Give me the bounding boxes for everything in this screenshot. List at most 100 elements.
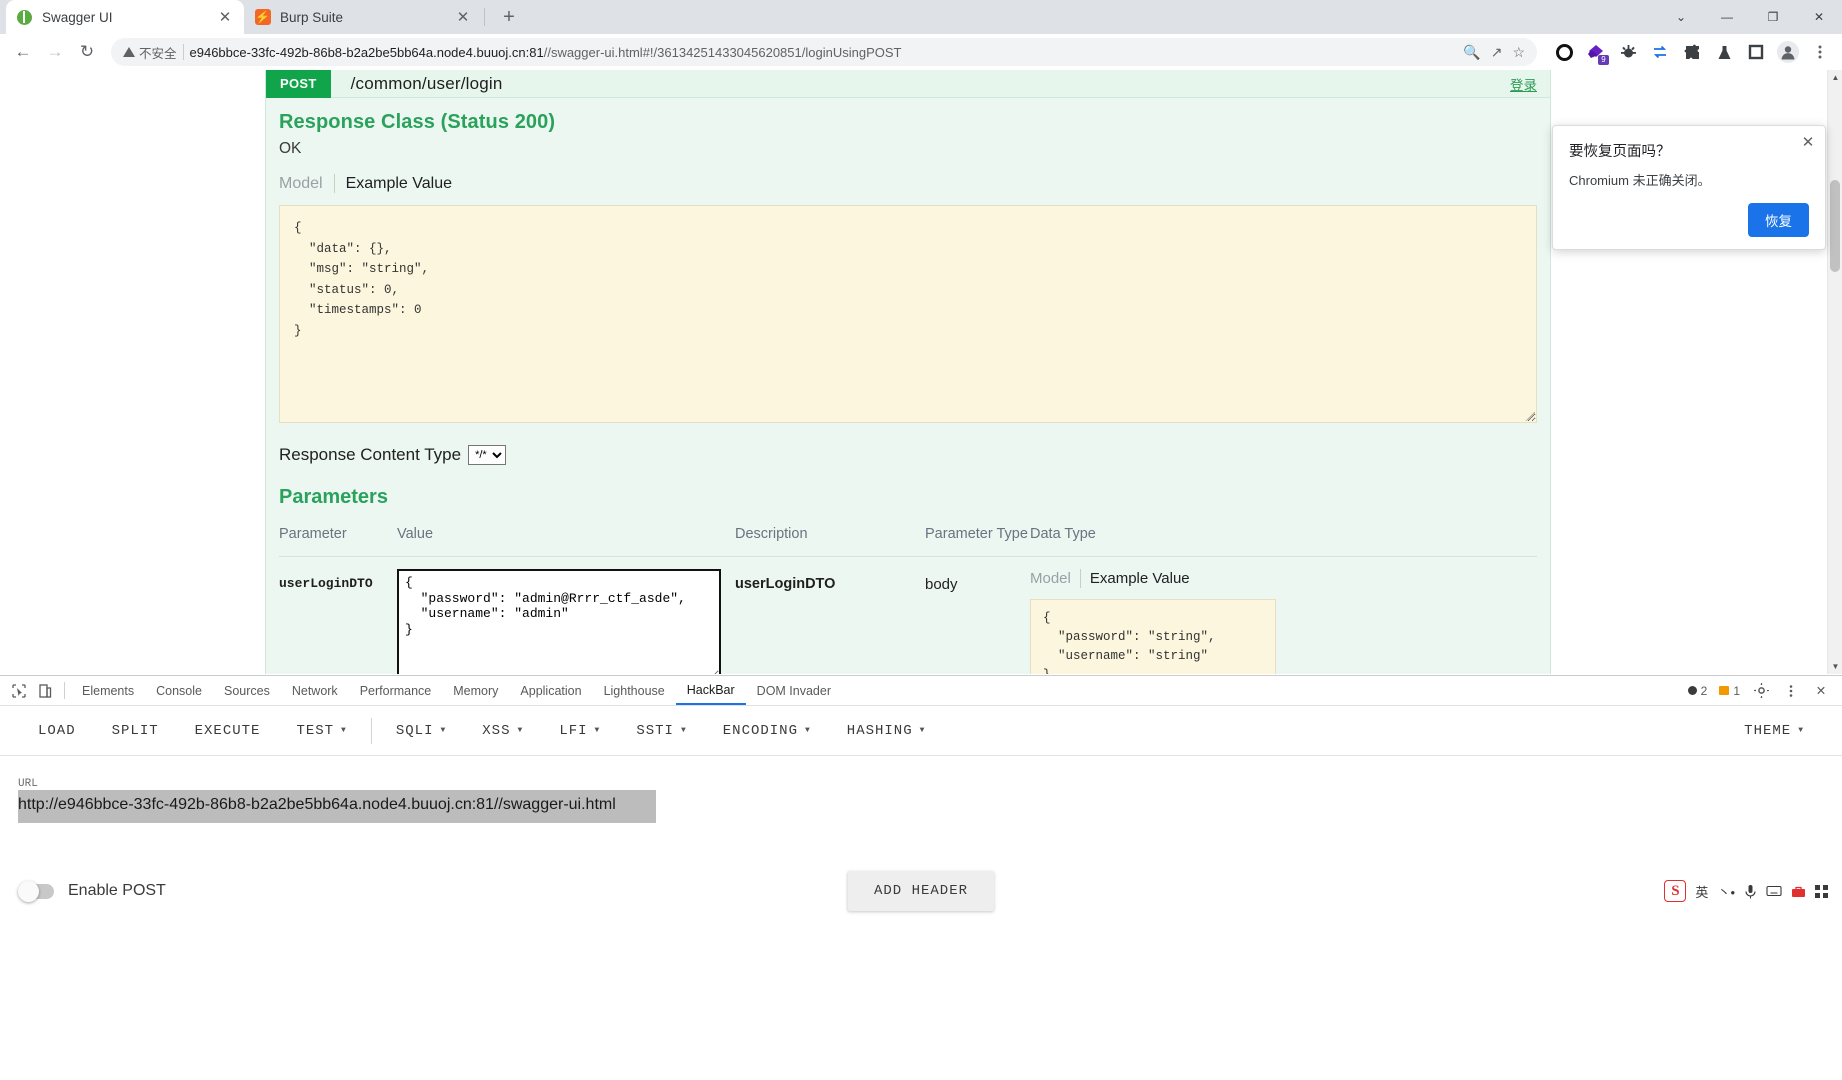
devtools-tab-application[interactable]: Application [509,676,592,705]
scroll-down-arrow-icon[interactable]: ▼ [1828,659,1842,674]
close-devtools-icon[interactable]: ✕ [1808,678,1834,704]
devtools-tab-performance[interactable]: Performance [349,676,443,705]
bug-extension-icon[interactable] [1614,38,1642,66]
hackbar-encoding-menu[interactable]: ENCODING ▼ [705,713,829,749]
devtools-tab-elements[interactable]: Elements [71,676,145,705]
gear-icon[interactable] [1748,678,1774,704]
forward-icon[interactable]: → [40,37,70,67]
bookmark-star-icon[interactable]: ☆ [1512,44,1525,61]
devtools-tab-dom-invader[interactable]: DOM Invader [746,676,842,705]
close-icon[interactable]: ✕ [1799,133,1817,151]
login-link[interactable]: 登录 [1510,74,1537,94]
warning-triangle-icon [123,47,135,57]
hackbar-sqli-menu[interactable]: SQLI ▼ [378,713,464,749]
browser-toolbar: ← → ↻ 不安全 e946bbce-33fc-492b-86b8-b2a2be… [0,34,1842,70]
response-class-title: Response Class (Status 200) [279,111,556,133]
hackbar-hashing-menu[interactable]: HASHING ▼ [829,713,944,749]
sogou-ime-icon[interactable]: S [1664,880,1687,902]
browser-tab-burp-suite[interactable]: ⚡ Burp Suite ✕ [244,0,482,34]
chrome-menu-icon[interactable] [1806,38,1834,66]
zoom-icon[interactable]: 🔍 [1463,44,1480,61]
hackbar-lfi-menu[interactable]: LFI ▼ [541,713,618,749]
ime-punctuation-icon[interactable]: 丶• [1717,882,1735,901]
tab-divider [484,8,485,26]
devtools-tab-hackbar[interactable]: HackBar [675,676,746,705]
devtools-tab-lighthouse[interactable]: Lighthouse [593,676,676,705]
scroll-up-arrow-icon[interactable]: ▲ [1828,70,1842,85]
warning-count-badge[interactable]: 1 [1715,684,1744,698]
toolbox-icon[interactable] [1791,885,1806,898]
back-icon[interactable]: ← [8,37,38,67]
hackbar-xss-menu[interactable]: XSS ▼ [464,713,541,749]
hackbar-extension-icon[interactable]: 9 [1582,38,1610,66]
hackbar-url-field: URL [0,756,1842,823]
address-bar[interactable]: 不安全 e946bbce-33fc-492b-86b8-b2a2be5bb64a… [111,38,1537,66]
reload-icon[interactable]: ↻ [72,37,102,67]
keyboard-icon[interactable] [1766,885,1782,897]
restore-button[interactable]: 恢复 [1748,203,1809,237]
response-example-value-code[interactable]: { "data": {}, "msg": "string", "status":… [279,205,1537,423]
enable-post-toggle-group[interactable]: Enable POST [18,880,166,902]
parameter-value-cell: { "password": "admin@Rrrr_ctf_asde", "us… [397,557,735,674]
puzzle-extensions-icon[interactable] [1678,38,1706,66]
hackbar-url-label: URL [18,778,38,790]
hackbar-sqli-label: SQLI [395,722,434,739]
new-tab-button[interactable]: + [495,3,523,31]
devtools-tab-memory[interactable]: Memory [442,676,509,705]
not-secure-indicator[interactable]: 不安全 [123,43,177,62]
mic-icon[interactable] [1744,884,1757,899]
response-content-type-select[interactable]: */* [468,445,507,465]
tab-close-icon[interactable]: ✕ [454,8,472,26]
operation-header[interactable]: POST /common/user/login 登录 [266,70,1550,98]
tab-close-icon[interactable]: ✕ [216,8,234,26]
hackbar-test-label: TEST [296,722,335,739]
hackbar-load-button[interactable]: LOAD [20,713,94,749]
proxy-swap-icon[interactable] [1646,38,1674,66]
minimize-button[interactable]: — [1704,0,1750,34]
browser-tab-swagger-ui[interactable]: Swagger UI ✕ [6,0,244,34]
operation-block: POST /common/user/login 登录 Response Clas… [265,70,1551,674]
grid-icon[interactable] [1815,884,1828,898]
share-icon[interactable]: ↗ [1491,44,1503,61]
parameter-value-input[interactable]: { "password": "admin@Rrrr_ctf_asde", "us… [397,569,721,674]
hackbar-execute-button[interactable]: EXECUTE [177,713,279,749]
url-host: e946bbce-33fc-492b-86b8-b2a2be5bb64a.nod… [189,44,544,60]
restore-bubble-title: 要恢复页面吗？ [1569,144,1671,160]
profile-avatar-icon[interactable] [1774,38,1802,66]
devtools-tab-network[interactable]: Network [281,676,349,705]
flask-lab-icon[interactable] [1710,38,1738,66]
devtools-tabbar: Elements Console Sources Network Perform… [0,676,1842,706]
hackbar-test-menu[interactable]: TEST ▼ [278,713,364,749]
maximize-button[interactable]: ❐ [1750,0,1796,34]
parameter-description: userLoginDTO [735,576,836,592]
hackbar-split-button[interactable]: SPLIT [94,713,177,749]
hackbar-ssti-menu[interactable]: SSTI ▼ [618,713,704,749]
devtools-panel: Elements Console Sources Network Perform… [0,675,1842,1080]
hackbar-theme-menu[interactable]: THEME ▼ [1726,713,1822,749]
th-parameter-type: Parameter Type [925,526,1028,542]
enable-post-toggle[interactable] [18,880,54,902]
opera-o-icon[interactable] [1550,38,1578,66]
device-toolbar-icon[interactable] [32,678,58,704]
page-scrollbar-thumb[interactable] [1830,180,1840,272]
inspect-element-icon[interactable] [6,678,32,704]
page-scrollbar[interactable]: ▲ ▼ [1827,70,1842,674]
table-row: userLoginDTO { "password": "admin@Rrrr_c… [279,557,1537,674]
data-type-tab-example[interactable]: Example Value [1081,570,1190,587]
tab-search-chevron-icon[interactable]: ⌄ [1658,0,1704,34]
ime-language-icon[interactable]: 英 [1695,882,1708,901]
devtools-tab-sources[interactable]: Sources [213,676,281,705]
tab-example-value[interactable]: Example Value [335,175,452,193]
hackbar-url-input[interactable] [18,790,656,823]
hackbar-hashing-label: HASHING [846,722,913,739]
square-extension-icon[interactable] [1742,38,1770,66]
tab-model[interactable]: Model [279,175,334,193]
add-header-button[interactable]: ADD HEADER [847,871,995,911]
data-type-tab-model[interactable]: Model [1030,570,1080,587]
devtools-tab-console[interactable]: Console [145,676,213,705]
error-count-badge[interactable]: 2 [1684,684,1712,698]
hackbar-ssti-label: SSTI [636,722,674,739]
close-window-button[interactable]: ✕ [1796,0,1842,34]
kebab-menu-icon[interactable] [1778,678,1804,704]
toggle-knob [18,880,39,902]
